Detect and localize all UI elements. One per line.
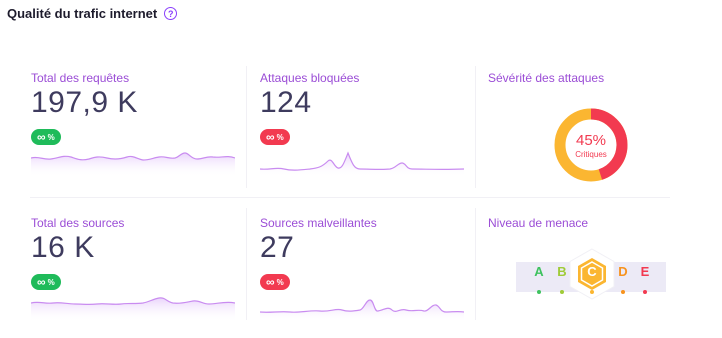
card-title: Total des sources xyxy=(31,216,125,230)
page-title-text: Qualité du trafic internet xyxy=(7,6,158,21)
badge-label: % xyxy=(47,277,55,287)
divider xyxy=(246,66,247,188)
grade-dot xyxy=(643,290,647,294)
grade-dot xyxy=(621,290,625,294)
card-title: Niveau de menace xyxy=(488,216,589,230)
page-title: Qualité du trafic internet ? xyxy=(7,6,178,21)
badge-label: % xyxy=(276,132,284,142)
grade-d: D xyxy=(618,264,628,279)
card-value: 124 xyxy=(260,86,312,119)
card-threat-level[interactable]: Niveau de menace xyxy=(488,216,678,236)
sparkline xyxy=(260,151,464,177)
badge-label: % xyxy=(276,277,284,287)
change-badge: ∞ % xyxy=(260,129,290,145)
card-malicious-sources[interactable]: Sources malveillantes 27 ∞ % xyxy=(260,216,465,326)
infinity-icon: ∞ xyxy=(266,275,275,289)
sparkline xyxy=(260,299,464,322)
card-value: 197,9 K xyxy=(31,86,138,119)
card-blocked-attacks[interactable]: Attaques bloquées 124 ∞ % xyxy=(260,71,465,181)
card-value: 27 xyxy=(260,231,295,264)
grade-b: B xyxy=(557,264,567,279)
donut-center: 45% Critiques xyxy=(553,107,629,183)
grade-dot xyxy=(590,290,594,294)
card-total-sources[interactable]: Total des sources 16 K ∞ % xyxy=(31,216,236,326)
divider xyxy=(475,66,476,188)
donut-label: Critiques xyxy=(575,149,607,159)
card-value: 16 K xyxy=(31,231,95,264)
infinity-icon: ∞ xyxy=(37,130,46,144)
divider xyxy=(30,197,670,198)
donut-percent: 45% xyxy=(575,131,607,149)
divider xyxy=(475,208,476,320)
grade-dot xyxy=(560,290,564,294)
change-badge: ∞ % xyxy=(31,129,61,145)
card-attack-severity[interactable]: Sévérité des attaques xyxy=(488,71,678,91)
badge-label: % xyxy=(47,132,55,142)
sparkline xyxy=(31,152,235,177)
change-badge: ∞ % xyxy=(260,274,290,290)
card-total-requests[interactable]: Total des requêtes 197,9 K ∞ % xyxy=(31,71,236,181)
grade-dot xyxy=(537,290,541,294)
card-title: Sources malveillantes xyxy=(260,216,377,230)
help-icon[interactable]: ? xyxy=(164,7,178,20)
card-title: Attaques bloquées xyxy=(260,71,360,85)
card-title: Total des requêtes xyxy=(31,71,130,85)
change-badge: ∞ % xyxy=(31,274,61,290)
grade-e: E xyxy=(640,264,650,279)
infinity-icon: ∞ xyxy=(266,130,275,144)
card-title: Sévérité des attaques xyxy=(488,71,605,85)
infinity-icon: ∞ xyxy=(37,275,46,289)
severity-donut: 45% Critiques xyxy=(553,107,629,183)
sparkline xyxy=(31,297,235,322)
divider xyxy=(246,208,247,320)
grade-a: A xyxy=(534,264,544,279)
grade-c-active: C xyxy=(587,264,597,279)
